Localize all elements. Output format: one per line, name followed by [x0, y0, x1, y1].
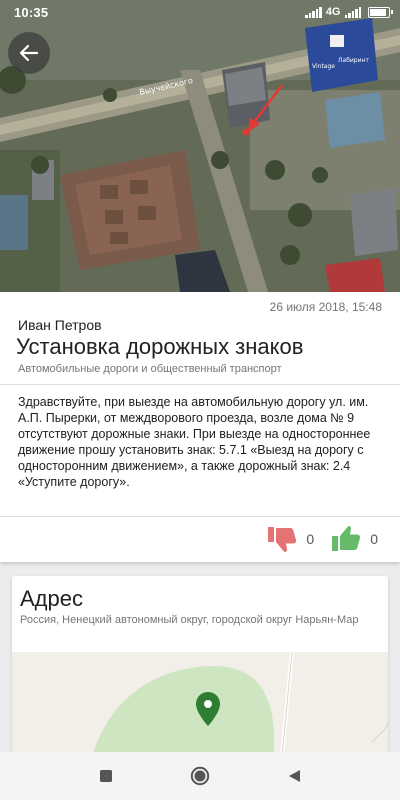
circle-icon: [190, 766, 210, 786]
network-type: 4G: [325, 6, 341, 18]
like-count: 0: [370, 531, 378, 547]
like-button[interactable]: 0: [332, 525, 378, 553]
system-back-button[interactable]: [282, 764, 306, 788]
system-nav-bar: [0, 752, 400, 800]
map-label-business: Лабиринт: [338, 57, 369, 64]
divider: [0, 516, 400, 517]
satellite-imagery: Лабиринт Vintage Выучейского: [0, 0, 400, 292]
address-text: Россия, Ненецкий автономный округ, город…: [20, 614, 359, 626]
arrow-left-icon: [19, 44, 39, 62]
recent-apps-button[interactable]: [94, 764, 118, 788]
status-bar: 10:35 4G: [0, 0, 400, 24]
square-icon: [100, 770, 112, 782]
incident-category[interactable]: Автомобильные дороги и общественный тран…: [18, 363, 282, 375]
address-card: Адрес Россия, Ненецкий автономный округ,…: [12, 576, 388, 756]
home-button[interactable]: [188, 764, 212, 788]
incident-location-marker: [242, 128, 250, 136]
signal-icon-secondary: [344, 6, 361, 18]
address-map[interactable]: [12, 652, 388, 756]
divider: [0, 384, 400, 385]
vote-bar: 0 0: [268, 525, 378, 553]
battery-icon: [368, 6, 393, 18]
map-label-vintage: Vintage: [312, 63, 335, 70]
dislike-button[interactable]: 0: [268, 525, 314, 553]
incident-card: 26 июля 2018, 15:48 Иван Петров Установк…: [0, 292, 400, 562]
triangle-back-icon: [289, 770, 300, 782]
incident-date: 26 июля 2018, 15:48: [269, 300, 382, 314]
thumbs-up-icon: [332, 526, 361, 551]
dislike-count: 0: [306, 531, 315, 547]
incident-body: Здравствуйте, при выезде на автомобильну…: [18, 395, 371, 489]
street-map: [12, 652, 388, 756]
status-time: 10:35: [14, 4, 49, 20]
address-title: Адрес: [20, 586, 83, 611]
incident-author[interactable]: Иван Петров: [18, 317, 102, 333]
thumbs-down-icon: [268, 527, 297, 552]
satellite-map[interactable]: Лабиринт Vintage Выучейского: [0, 0, 400, 292]
incident-title: Установка дорожных знаков: [16, 334, 304, 359]
back-button[interactable]: [8, 32, 50, 74]
signal-icon: [305, 6, 322, 18]
